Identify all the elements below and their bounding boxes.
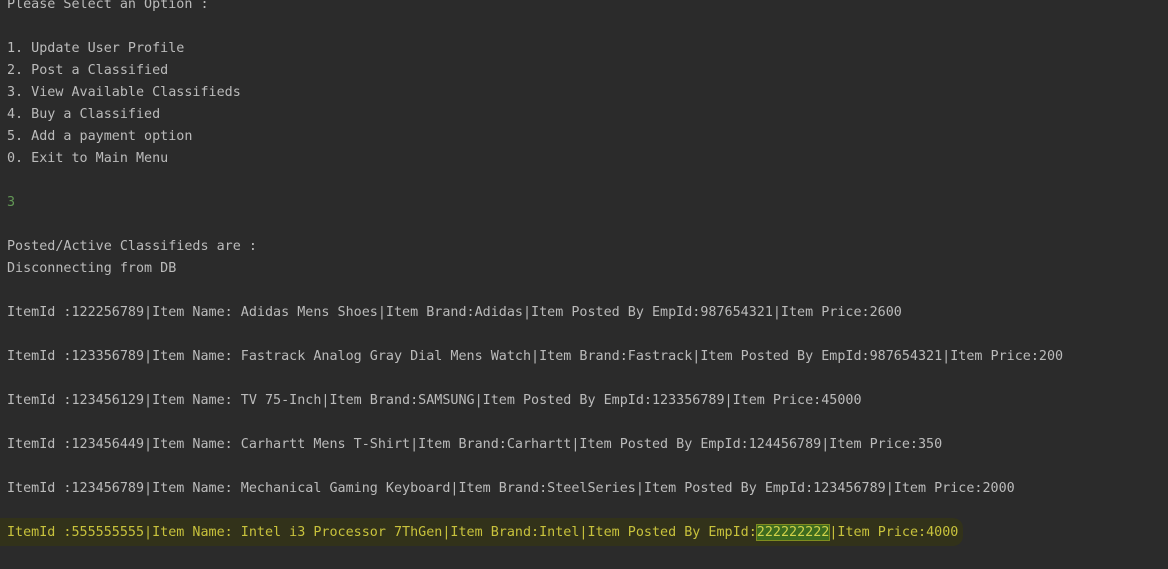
run-console[interactable]: Please Select an Option : 1. Update User… <box>0 0 1168 569</box>
db-status-message: Disconnecting from DB <box>7 261 177 276</box>
menu-prompt: Please Select an Option : <box>7 0 209 12</box>
classified-line: ItemId :122256789|Item Name: Adidas Mens… <box>7 305 902 320</box>
menu-option-update-profile: 1. Update User Profile <box>7 41 185 56</box>
classified-line: ItemId :123456129|Item Name: TV 75-Inch|… <box>7 393 862 408</box>
user-input-echo: 3 <box>7 195 16 210</box>
menu-option-add-payment: 5. Add a payment option <box>7 129 193 144</box>
menu-option-buy-classified: 4. Buy a Classified <box>7 107 161 122</box>
highlighted-line-prefix: ItemId :555555555|Item Name: Intel i3 Pr… <box>7 525 757 540</box>
selected-empid[interactable]: 222222222 <box>755 524 831 541</box>
menu-option-post-classified: 2. Post a Classified <box>7 63 169 78</box>
classified-line: ItemId :123456449|Item Name: Carhartt Me… <box>7 437 943 452</box>
classifieds-header: Posted/Active Classifieds are : <box>7 239 257 254</box>
highlighted-line-suffix: |Item Price:4000 <box>829 525 959 540</box>
menu-option-exit: 0. Exit to Main Menu <box>7 151 169 166</box>
menu-option-view-classifieds: 3. View Available Classifieds <box>7 85 241 100</box>
classified-line: ItemId :123356789|Item Name: Fastrack An… <box>7 349 1064 364</box>
classified-line: ItemId :123456789|Item Name: Mechanical … <box>7 481 1015 496</box>
highlighted-classified-line[interactable]: ItemId :555555555|Item Name: Intel i3 Pr… <box>7 522 958 544</box>
